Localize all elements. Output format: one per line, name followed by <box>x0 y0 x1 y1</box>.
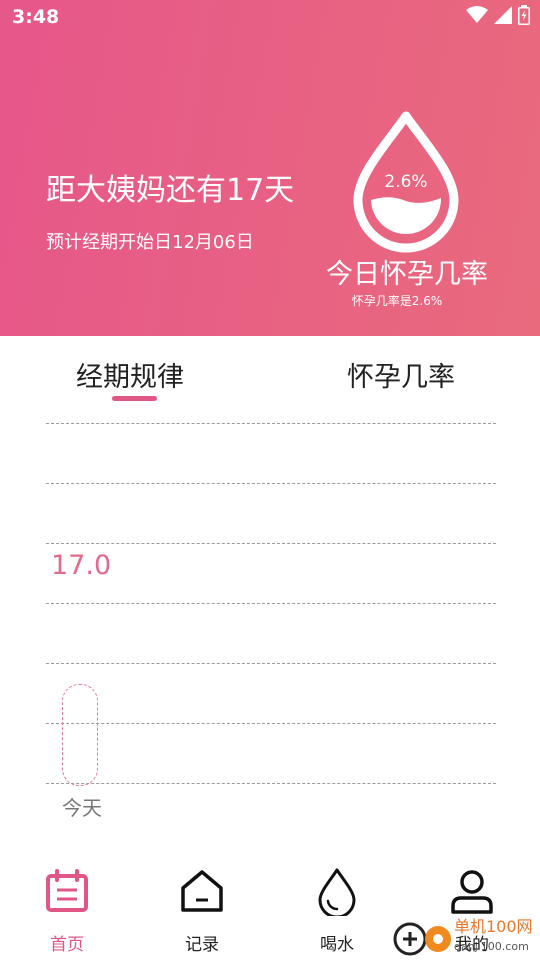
battery-icon <box>518 5 530 25</box>
grid-line <box>46 543 496 544</box>
grid-line <box>46 603 496 604</box>
tab-period-pattern[interactable]: 经期规律 <box>76 355 184 394</box>
pregnancy-subtitle: 怀孕几率是2.6% <box>351 294 443 308</box>
active-tab-indicator <box>112 396 157 401</box>
pregnancy-title: 今日怀孕几率 <box>326 259 488 290</box>
header-banner: 3:48 距大姨妈还有17天 预计经期开始日12月06日 2.6% 今日怀孕几率… <box>0 0 540 336</box>
nav-label-records: 记录 <box>185 935 219 955</box>
grid-line <box>46 663 496 664</box>
status-bar: 3:48 <box>0 0 540 37</box>
watermark-url: danji100.com <box>454 940 529 953</box>
nav-label-home: 首页 <box>50 935 84 955</box>
drop-percent-label: 2.6% <box>384 172 428 192</box>
today-bar[interactable] <box>62 684 98 786</box>
grid-line <box>46 423 496 424</box>
grid-line <box>46 483 496 484</box>
home-icon <box>181 870 223 912</box>
watermark-text: 单机100网 <box>454 917 533 936</box>
status-time: 3:48 <box>12 6 60 28</box>
wifi-icon <box>466 6 488 23</box>
calendar-icon <box>46 869 88 912</box>
tab-pregnancy-chance[interactable]: 怀孕几率 <box>347 355 455 394</box>
nav-label-water: 喝水 <box>320 935 354 955</box>
grid-line <box>46 723 496 724</box>
site-watermark: 单机100网 danji100.com <box>393 917 533 956</box>
period-countdown: 距大姨妈还有17天 <box>46 173 295 208</box>
grid-line <box>46 783 496 784</box>
nav-item-records[interactable]: 记录 <box>152 850 252 960</box>
nav-item-home[interactable]: 首页 <box>17 850 117 960</box>
status-icons <box>466 5 530 25</box>
cycle-value-label: 17.0 <box>51 550 112 581</box>
nav-item-water[interactable]: 喝水 <box>287 850 387 960</box>
signal-icon <box>494 6 512 24</box>
profile-icon <box>451 870 493 914</box>
predicted-start-date: 预计经期开始日12月06日 <box>46 232 254 253</box>
today-label: 今天 <box>62 796 102 820</box>
water-drop-icon <box>318 868 356 916</box>
pregnancy-drop-gauge[interactable]: 2.6% <box>350 108 462 254</box>
